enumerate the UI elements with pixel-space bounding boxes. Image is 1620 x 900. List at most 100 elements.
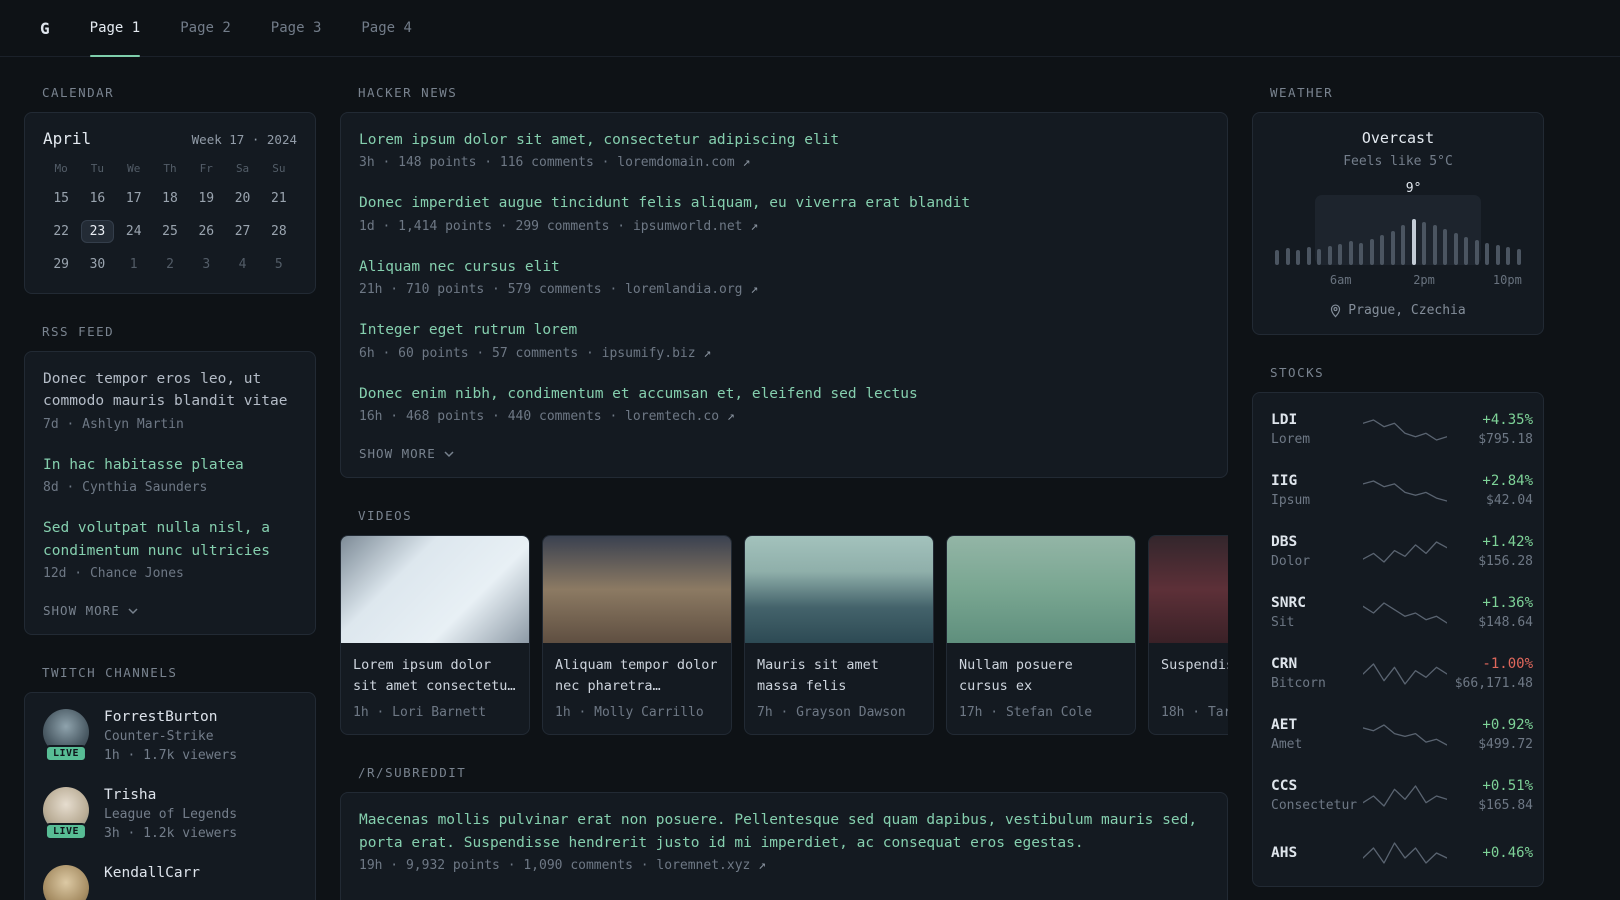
video-card[interactable]: Suspendisse diam 18h · Tara [1148,535,1228,736]
calendar-day[interactable]: 22 [43,218,79,244]
video-title[interactable]: Suspendisse diam [1161,655,1228,697]
rss-list: Donec tempor eros leo, ut commodo mauris… [43,368,297,581]
hackernews-meta: 6h · 60 points · 57 comments · ipsumify.… [359,345,712,361]
twitch-channel[interactable]: LIVE Trisha League of Legends 3h · 1.2k vie… [43,787,297,841]
stock-symbol[interactable]: CCS [1271,778,1363,794]
calendar-day-header: Th [163,162,177,175]
video-title[interactable]: Aliquam tempor dolor nec pharetra… [555,655,719,697]
stock-row[interactable]: AHS +0.46% [1271,826,1533,880]
hackernews-source-link[interactable]: loremlandia.org [625,282,742,297]
twitch-widget: TWITCH CHANNELS LIVE ForrestBurton Counter… [24,665,316,900]
stocks-card: LDI Lorem +4.35% $795.18 IIG Ipsum +2.84% $42.0… [1252,392,1544,887]
hackernews-source-link[interactable]: loremdomain.com [617,155,734,170]
channel-game[interactable]: League of Legends [104,807,237,822]
stock-symbol[interactable]: LDI [1271,412,1363,428]
hackernews-meta: 3h · 148 points · 116 comments · loremdo… [359,155,751,171]
video-thumbnail[interactable] [745,536,933,644]
app-logo[interactable]: G [40,0,50,56]
channel-name[interactable]: Trisha [104,787,237,803]
nav-tab[interactable]: Page 4 [361,0,412,56]
videos-widget-label: VIDEOS [358,508,413,524]
stock-symbol[interactable]: AET [1271,717,1363,733]
stock-row[interactable]: IIG Ipsum +2.84% $42.04 [1271,460,1533,521]
calendar-day[interactable]: 27 [224,218,260,244]
nav-tab[interactable]: Page 2 [180,0,231,56]
calendar-day[interactable]: 15 [43,185,79,211]
calendar-day[interactable]: 5 [261,251,297,277]
calendar-day[interactable]: 2 [152,251,188,277]
calendar-day[interactable]: 21 [261,185,297,211]
rss-title[interactable]: Donec tempor eros leo, ut commodo mauris… [43,368,297,413]
stock-symbol[interactable]: SNRC [1271,595,1363,611]
nav-tab[interactable]: Page 1 [89,0,140,57]
stock-symbol[interactable]: IIG [1271,473,1363,489]
stock-row[interactable]: CCS Consectetur +0.51% $165.84 [1271,765,1533,826]
calendar-day[interactable]: 28 [261,218,297,244]
calendar-day[interactable]: 25 [152,218,188,244]
hackernews-widget-label: HACKER NEWS [358,85,458,100]
left-column: CALENDAR April Week 17 · 2024 Mo Tu We Th Fr… [24,85,316,900]
peak-temperature: 9° [1405,181,1422,196]
rss-item: Donec tempor eros leo, ut commodo mauris… [43,368,297,432]
calendar-day-selected[interactable]: 23 [79,218,115,244]
subreddit-title[interactable]: Maecenas mollis pulvinar erat non posuer… [359,809,1209,854]
weather-bar [1306,247,1311,265]
video-title[interactable]: Lorem ipsum dolor sit amet consectetu… [353,655,517,697]
calendar-day[interactable]: 20 [224,185,260,211]
video-card[interactable]: Aliquam tempor dolor nec pharetra… 1h · M… [542,535,732,736]
stock-name: Dolor [1271,554,1311,569]
rss-show-more-button[interactable]: SHOW MORE [43,603,297,618]
hackernews-source-link[interactable]: loremtech.co [625,409,719,424]
hackernews-source-link[interactable]: ipsumify.biz [602,346,696,361]
hackernews-title[interactable]: Donec imperdiet augue tincidunt felis al… [359,192,1209,214]
twitch-channel[interactable]: LIVE ForrestBurton Counter-Strike 1h · 1.7k… [43,709,297,763]
hackernews-source-link[interactable]: ipsumworld.net [633,219,743,234]
calendar-day[interactable]: 16 [79,185,115,211]
channel-name[interactable]: ForrestBurton [104,709,237,725]
calendar-day[interactable]: 19 [188,185,224,211]
video-title[interactable]: Nullam posuere cursus ex [959,655,1123,697]
stock-row[interactable]: LDI Lorem +4.35% $795.18 [1271,399,1533,460]
video-thumbnail[interactable] [1149,536,1228,644]
weather-bar [1401,225,1406,265]
calendar-day[interactable]: 4 [224,251,260,277]
rss-title[interactable]: Sed volutpat nulla nisl, a condimentum n… [43,517,297,562]
hackernews-title[interactable]: Donec enim nibh, condimentum et accumsan… [359,383,1209,405]
hackernews-show-more-button[interactable]: SHOW MORE [359,446,1209,461]
calendar-day[interactable]: 17 [116,185,152,211]
calendar-day[interactable]: 3 [188,251,224,277]
calendar-day[interactable]: 24 [116,218,152,244]
hackernews-title[interactable]: Aliquam nec cursus elit [359,256,1209,278]
rss-title[interactable]: In hac habitasse platea [43,454,297,476]
video-card[interactable]: Lorem ipsum dolor sit amet consectetu… 1h… [340,535,530,736]
stock-row[interactable]: AET Amet +0.92% $499.72 [1271,704,1533,765]
weather-bar [1485,243,1490,265]
video-thumbnail[interactable] [947,536,1135,644]
stock-symbol[interactable]: AHS [1271,845,1363,861]
stock-row[interactable]: CRN Bitcorn -1.00% $66,171.48 [1271,643,1533,704]
nav-tab[interactable]: Page 3 [271,0,322,56]
video-card[interactable]: Nullam posuere cursus ex 17h · Stefan Col… [946,535,1136,736]
channel-game[interactable]: Counter-Strike [104,729,237,744]
calendar-day[interactable]: 30 [79,251,115,277]
calendar-widget: CALENDAR April Week 17 · 2024 Mo Tu We Th Fr… [24,85,316,294]
hackernews-item: Donec enim nibh, condimentum et accumsan… [359,383,1209,424]
calendar-day[interactable]: 26 [188,218,224,244]
hackernews-title[interactable]: Lorem ipsum dolor sit amet, consectetur … [359,129,1209,151]
stock-symbol[interactable]: DBS [1271,534,1363,550]
calendar-day[interactable]: 18 [152,185,188,211]
calendar-day[interactable]: 29 [43,251,79,277]
video-title[interactable]: Mauris sit amet massa felis [757,655,921,697]
video-card[interactable]: Mauris sit amet massa felis 7h · Grayson … [744,535,934,736]
video-thumbnail[interactable] [341,536,529,644]
stock-row[interactable]: DBS Dolor +1.42% $156.28 [1271,521,1533,582]
hackernews-title[interactable]: Integer eget rutrum lorem [359,319,1209,341]
channel-name[interactable]: KendallCarr [104,865,200,881]
weather-bar [1422,222,1427,265]
twitch-channel[interactable]: KendallCarr [43,865,297,900]
stock-symbol[interactable]: CRN [1271,656,1363,672]
subreddit-source-link[interactable]: loremnet.xyz [656,858,750,873]
video-thumbnail[interactable] [543,536,731,644]
calendar-day[interactable]: 1 [116,251,152,277]
stock-row[interactable]: SNRC Sit +1.36% $148.64 [1271,582,1533,643]
